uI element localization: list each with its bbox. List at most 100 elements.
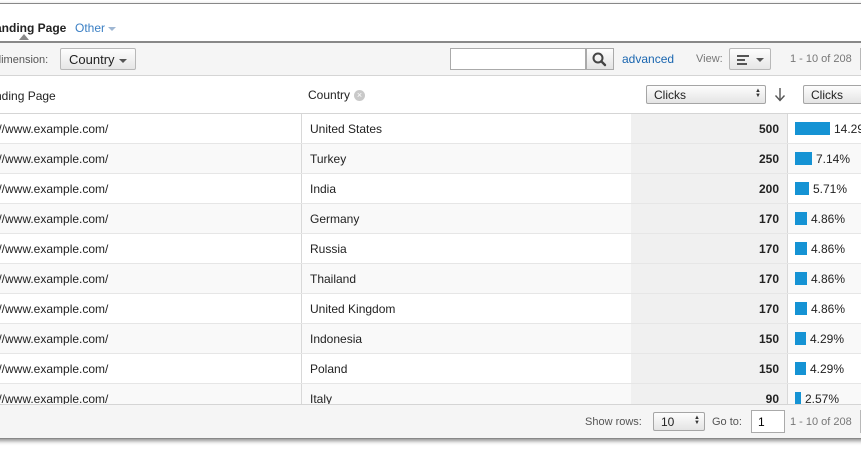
advanced-filter-link[interactable]: advanced (622, 52, 674, 66)
table-search-input[interactable] (450, 48, 586, 70)
cell-landing-page[interactable]: ://www.example.com/ (0, 242, 295, 256)
share-bar (795, 122, 830, 135)
column-header-landing-page[interactable]: nding Page (0, 89, 56, 103)
comparison-metric-value: Clicks (811, 88, 843, 102)
show-rows-value: 10 (661, 415, 675, 429)
table-footer: Show rows: 10 ▲▼ Go to: 1 - 10 of 208 (0, 404, 861, 438)
cell-clicks: 150 (631, 354, 788, 383)
cell-landing-page[interactable]: ://www.example.com/ (0, 152, 295, 166)
cell-country: United States (301, 114, 631, 143)
share-percent: 4.86% (811, 212, 846, 226)
table-row[interactable]: ://www.example.com/India 200 5.71% (0, 174, 861, 204)
cell-country: Indonesia (301, 324, 631, 353)
cell-clicks: 250 (631, 144, 788, 173)
chevron-down-icon (119, 59, 127, 63)
share-bar (795, 332, 806, 345)
cell-share: 4.86% (788, 234, 861, 263)
table-view-icon (737, 55, 749, 65)
active-tab-pointer-icon (19, 34, 29, 40)
cell-share: 14.29% (788, 114, 861, 143)
cell-share: 4.29% (788, 354, 861, 383)
sort-descending-icon[interactable] (773, 86, 787, 103)
table-row[interactable]: ://www.example.com/Indonesia 150 4.29% (0, 324, 861, 354)
table-row[interactable]: ://www.example.com/Germany 170 4.86% (0, 204, 861, 234)
report-frame: anding Page Other dimension: Country adv… (0, 3, 861, 439)
share-bar (795, 182, 809, 195)
table-row[interactable]: ://www.example.com/Thailand 170 4.86% (0, 264, 861, 294)
cell-clicks: 150 (631, 324, 788, 353)
tab-other-label: Other (75, 21, 106, 35)
share-percent: 4.29% (810, 362, 845, 376)
goto-page-input[interactable] (751, 410, 785, 433)
tab-other[interactable]: Other (75, 21, 117, 35)
column-header-country-label: Country (308, 88, 351, 102)
cell-country: United Kingdom (301, 294, 631, 323)
table-row[interactable]: ://www.example.com/Poland 150 4.29% (0, 354, 861, 384)
cell-share: 5.71% (788, 174, 861, 203)
pagination-range-bottom: 1 - 10 of 208 (790, 416, 852, 428)
remove-dimension-icon[interactable]: × (354, 90, 366, 102)
share-bar (795, 302, 807, 315)
cell-clicks: 500 (631, 114, 788, 143)
cell-landing-page[interactable]: ://www.example.com/ (0, 212, 295, 226)
table-row[interactable]: ://www.example.com/United States500 14.29… (0, 114, 861, 144)
table-row[interactable]: ://www.example.com/Russia 170 4.86% (0, 234, 861, 264)
cell-clicks: 170 (631, 294, 788, 323)
dimension-tabs: anding Page Other (0, 4, 861, 43)
cell-share: 7.14% (788, 144, 861, 173)
share-bar (795, 362, 806, 375)
share-bar (795, 272, 807, 285)
cell-clicks: 200 (631, 174, 788, 203)
cell-country: Russia (301, 234, 631, 263)
share-bar (795, 242, 807, 255)
column-header-country[interactable]: Country × (308, 88, 366, 102)
table-row[interactable]: ://www.example.com/United Kingdom 170 4.86… (0, 294, 861, 324)
cell-landing-page[interactable]: ://www.example.com/ (0, 272, 295, 286)
cell-landing-page[interactable]: ://www.example.com/ (0, 302, 295, 316)
cell-share: 4.86% (788, 204, 861, 233)
view-select[interactable] (729, 48, 771, 70)
pagination-range-top: 1 - 10 of 208 (790, 53, 852, 65)
cell-share: 4.86% (788, 264, 861, 293)
table-row[interactable]: ://www.example.com/Turkey 250 7.14% (0, 144, 861, 174)
cell-country: India (301, 174, 631, 203)
share-percent: 4.86% (811, 272, 846, 286)
table-header: nding Page Country × Clicks ▲ ▼ Clicks (0, 76, 861, 114)
cell-country: Germany (301, 204, 631, 233)
search-button[interactable] (586, 48, 614, 70)
cell-country: Thailand (301, 264, 631, 293)
cell-landing-page[interactable]: ://www.example.com/ (0, 332, 295, 346)
tab-landing-page[interactable]: anding Page (0, 21, 66, 35)
cell-landing-page[interactable]: ://www.example.com/ (0, 122, 295, 136)
share-percent: 4.86% (811, 302, 846, 316)
secondary-dimension-value: Country (69, 52, 115, 67)
share-percent: 4.86% (811, 242, 846, 256)
view-label: View: (696, 53, 723, 65)
share-percent: 5.71% (813, 182, 848, 196)
chevron-down-icon (756, 58, 764, 62)
comparison-metric-select[interactable]: Clicks (803, 85, 861, 104)
cell-clicks: 170 (631, 264, 788, 293)
goto-label: Go to: (712, 416, 742, 428)
show-rows-label: Show rows: (585, 416, 642, 428)
primary-metric-value: Clicks (654, 88, 686, 102)
secondary-dimension-select[interactable]: Country (60, 48, 136, 70)
select-spinner-icon: ▲ ▼ (694, 415, 700, 426)
share-percent: 7.14% (816, 152, 851, 166)
show-rows-select[interactable]: 10 ▲ ▼ (653, 412, 705, 431)
share-bar (795, 152, 812, 165)
cell-landing-page[interactable]: ://www.example.com/ (0, 182, 295, 196)
search-icon (592, 52, 607, 67)
cell-country: Turkey (301, 144, 631, 173)
cell-clicks: 170 (631, 234, 788, 263)
cell-landing-page[interactable]: ://www.example.com/ (0, 362, 295, 376)
cell-share: 4.86% (788, 294, 861, 323)
primary-metric-select[interactable]: Clicks ▲ ▼ (646, 85, 766, 104)
secondary-dimension-label: dimension: (0, 54, 49, 66)
select-spinner-icon: ▲ ▼ (755, 88, 761, 99)
share-bar (795, 212, 807, 225)
cell-clicks: 170 (631, 204, 788, 233)
table-body: ://www.example.com/United States500 14.29… (0, 114, 861, 414)
share-percent: 4.29% (810, 332, 845, 346)
cell-country: Poland (301, 354, 631, 383)
